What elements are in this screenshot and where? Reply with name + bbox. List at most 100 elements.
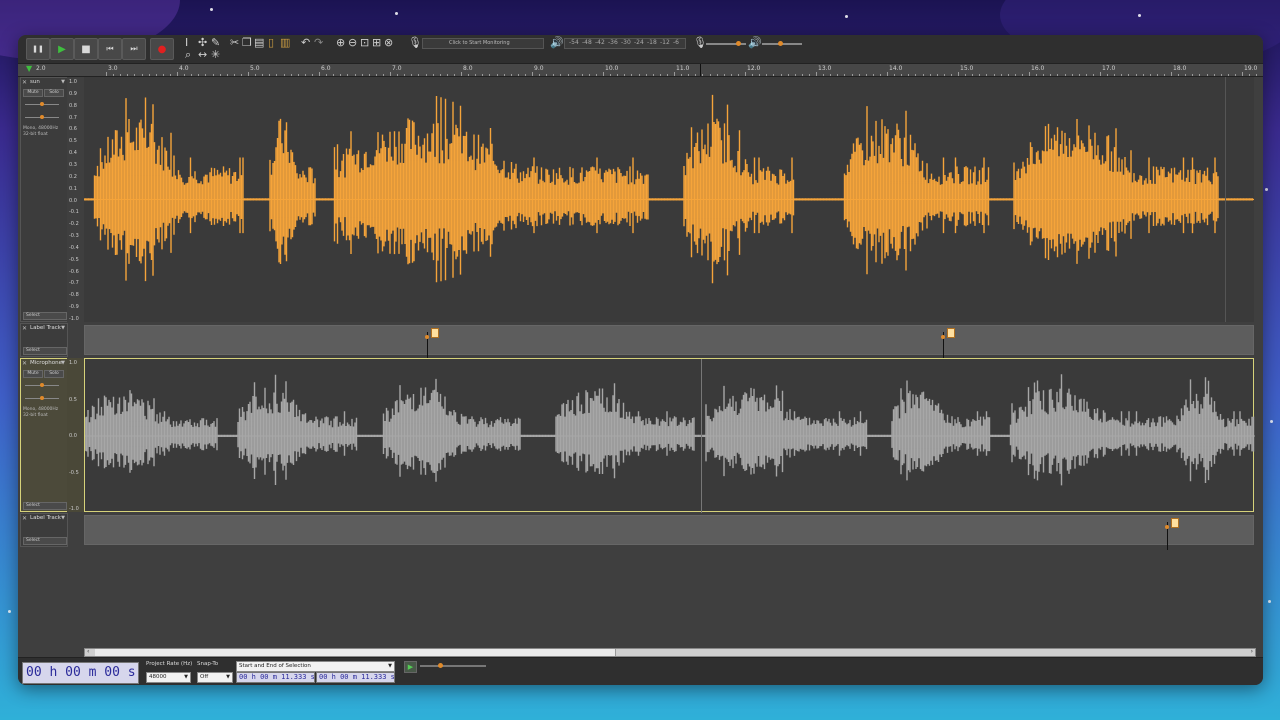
scroll-left-icon[interactable]: ‹ <box>87 648 89 655</box>
scrollbar-thumb[interactable] <box>95 649 616 656</box>
track-name[interactable]: sun <box>30 79 40 85</box>
select-track-button[interactable]: Select <box>23 312 67 320</box>
label-area[interactable] <box>84 515 1254 550</box>
ruler-tick <box>1092 74 1094 76</box>
ruler-tick <box>631 74 633 76</box>
solo-button[interactable]: Solo <box>44 370 64 378</box>
undo-icon[interactable]: ↶ <box>301 37 310 49</box>
snap-to-value: Off <box>200 674 209 680</box>
audacity-window: ❚❚ ▶ ■ ⏮ ⏭ ● I ✣ ✎ ⌕ ↔ ✳ ✂ ❐ ▤ ▯ ▥ ↶ ↷ ⊕… <box>18 35 1263 685</box>
trim-icon[interactable]: ▯ <box>268 37 274 49</box>
track-menu-icon[interactable]: ▼ <box>61 515 65 521</box>
label-area[interactable] <box>84 325 1254 360</box>
track-menu-icon[interactable]: ▼ <box>61 79 65 85</box>
ruler-tick <box>141 74 143 76</box>
ruler-pin-icon[interactable]: ▼ <box>26 64 32 73</box>
speaker-icon[interactable]: 🔊 <box>550 37 564 49</box>
close-track-icon[interactable]: ✕ <box>22 325 27 332</box>
silence-icon[interactable]: ▥ <box>280 37 290 49</box>
play-speed-slider[interactable] <box>420 665 486 667</box>
project-rate-combo[interactable]: 48000 ▼ <box>146 672 191 683</box>
redo-icon[interactable]: ↷ <box>314 37 323 49</box>
ruler-tick <box>404 74 406 76</box>
time-display[interactable]: 00 h 00 m 00 s <box>22 662 139 684</box>
solo-button[interactable]: Solo <box>44 89 64 97</box>
microphone-icon[interactable]: 🎙 <box>408 37 422 49</box>
horizontal-scrollbar[interactable]: ‹ › <box>84 648 1256 657</box>
mute-button[interactable]: Mute <box>23 89 43 97</box>
ruler-tick <box>837 74 839 76</box>
scroll-right-icon[interactable]: › <box>1251 648 1253 655</box>
scale-label: 0.7 <box>69 114 77 121</box>
waveform-area[interactable] <box>84 358 1255 513</box>
amplitude-scale[interactable]: 1.0 0.9 0.8 0.7 0.6 0.5 0.4 0.3 0.2 0.1 0.0 -0.1 -0.… <box>67 77 84 322</box>
track-menu-icon[interactable]: ▼ <box>61 360 65 366</box>
mute-button[interactable]: Mute <box>23 370 43 378</box>
skip-to-end-button[interactable]: ⏭ <box>122 38 146 60</box>
waveform-microphone <box>85 374 1255 486</box>
ruler-tick <box>1249 74 1251 76</box>
gain-knob[interactable] <box>40 102 44 106</box>
skip-to-start-button[interactable]: ⏮ <box>98 38 122 60</box>
copy-icon[interactable]: ❐ <box>242 37 252 49</box>
fit-project-icon[interactable]: ⊞ <box>372 37 381 49</box>
record-meter[interactable]: Click to Start Monitoring <box>422 38 544 49</box>
ruler-tick <box>1021 74 1023 76</box>
playback-volume-knob[interactable] <box>778 41 783 46</box>
play-meter-tick: -18 <box>647 39 657 46</box>
timeline-ruler[interactable]: ▼ 2.0 3.0 4.0 5.0 6.0 7.0 8.0 9.0 10.0 11.0 12.0 1… <box>18 64 1263 77</box>
project-rate-value: 48000 <box>149 674 167 680</box>
recording-volume-knob[interactable] <box>736 41 741 46</box>
close-track-icon[interactable]: ✕ <box>22 360 27 367</box>
ruler-tick <box>283 74 285 76</box>
selection-mode-combo[interactable]: Start and End of Selection ▼ <box>236 661 395 672</box>
pan-knob[interactable] <box>40 115 44 119</box>
ruler-tick <box>887 72 888 76</box>
cut-icon[interactable]: ✂ <box>230 37 239 49</box>
close-track-icon[interactable]: ✕ <box>22 79 27 86</box>
ruler-tick <box>1142 74 1144 76</box>
select-track-button[interactable]: Select <box>23 537 67 545</box>
multi-tool-icon[interactable]: ✳ <box>211 49 220 61</box>
chevron-down-icon: ▼ <box>226 674 230 680</box>
track-name[interactable]: Microphone <box>30 360 62 366</box>
zoom-out-icon[interactable]: ⊖ <box>348 37 357 49</box>
timeshift-tool-icon[interactable]: ↔ <box>198 49 207 61</box>
label-track-name[interactable]: Label Track <box>30 515 61 521</box>
playback-meter[interactable]: -54 -48 -42 -36 -30 -24 -18 -12 -6 <box>564 38 686 49</box>
ruler-tick <box>532 72 533 76</box>
select-track-button[interactable]: Select <box>23 347 67 355</box>
gain-knob[interactable] <box>40 383 44 387</box>
ruler-tick <box>773 74 775 76</box>
label-track-name[interactable]: Label Track <box>30 325 61 331</box>
track-menu-icon[interactable]: ▼ <box>61 325 65 331</box>
ruler-tick <box>1220 74 1222 76</box>
ruler-tick <box>269 74 271 76</box>
pan-knob[interactable] <box>40 396 44 400</box>
ruler-tick <box>723 74 725 76</box>
zoom-in-icon[interactable]: ⊕ <box>336 37 345 49</box>
stop-button[interactable]: ■ <box>74 38 98 60</box>
ruler-tick <box>1234 74 1236 76</box>
selection-end-time[interactable]: 00 h 00 m 11.333 s <box>316 672 395 683</box>
close-track-icon[interactable]: ✕ <box>22 515 27 522</box>
ruler-tick <box>148 74 150 76</box>
zoom-tool-icon[interactable]: ⌕ <box>185 49 191 61</box>
scale-label: -0.4 <box>69 244 79 251</box>
zoom-toggle-icon[interactable]: ⊗ <box>384 37 393 49</box>
record-button[interactable]: ● <box>150 38 174 60</box>
select-track-button[interactable]: Select <box>23 502 67 510</box>
ruler-tick-label: 12.0 <box>747 65 761 72</box>
fit-selection-icon[interactable]: ⊡ <box>360 37 369 49</box>
ruler-tick <box>610 74 612 76</box>
paste-icon[interactable]: ▤ <box>254 37 264 49</box>
scale-label: -0.5 <box>69 256 79 263</box>
amplitude-scale[interactable]: 1.0 0.5 0.0 -0.5 -1.0 <box>67 358 84 512</box>
play-at-speed-button[interactable]: ▶ <box>404 661 417 673</box>
play-button[interactable]: ▶ <box>50 38 74 60</box>
selection-start-time[interactable]: 00 h 00 m 11.333 s <box>236 672 315 683</box>
pause-button[interactable]: ❚❚ <box>26 38 50 60</box>
snap-to-combo[interactable]: Off ▼ <box>197 672 233 683</box>
waveform-area[interactable] <box>84 77 1254 322</box>
play-speed-knob[interactable] <box>438 663 443 668</box>
